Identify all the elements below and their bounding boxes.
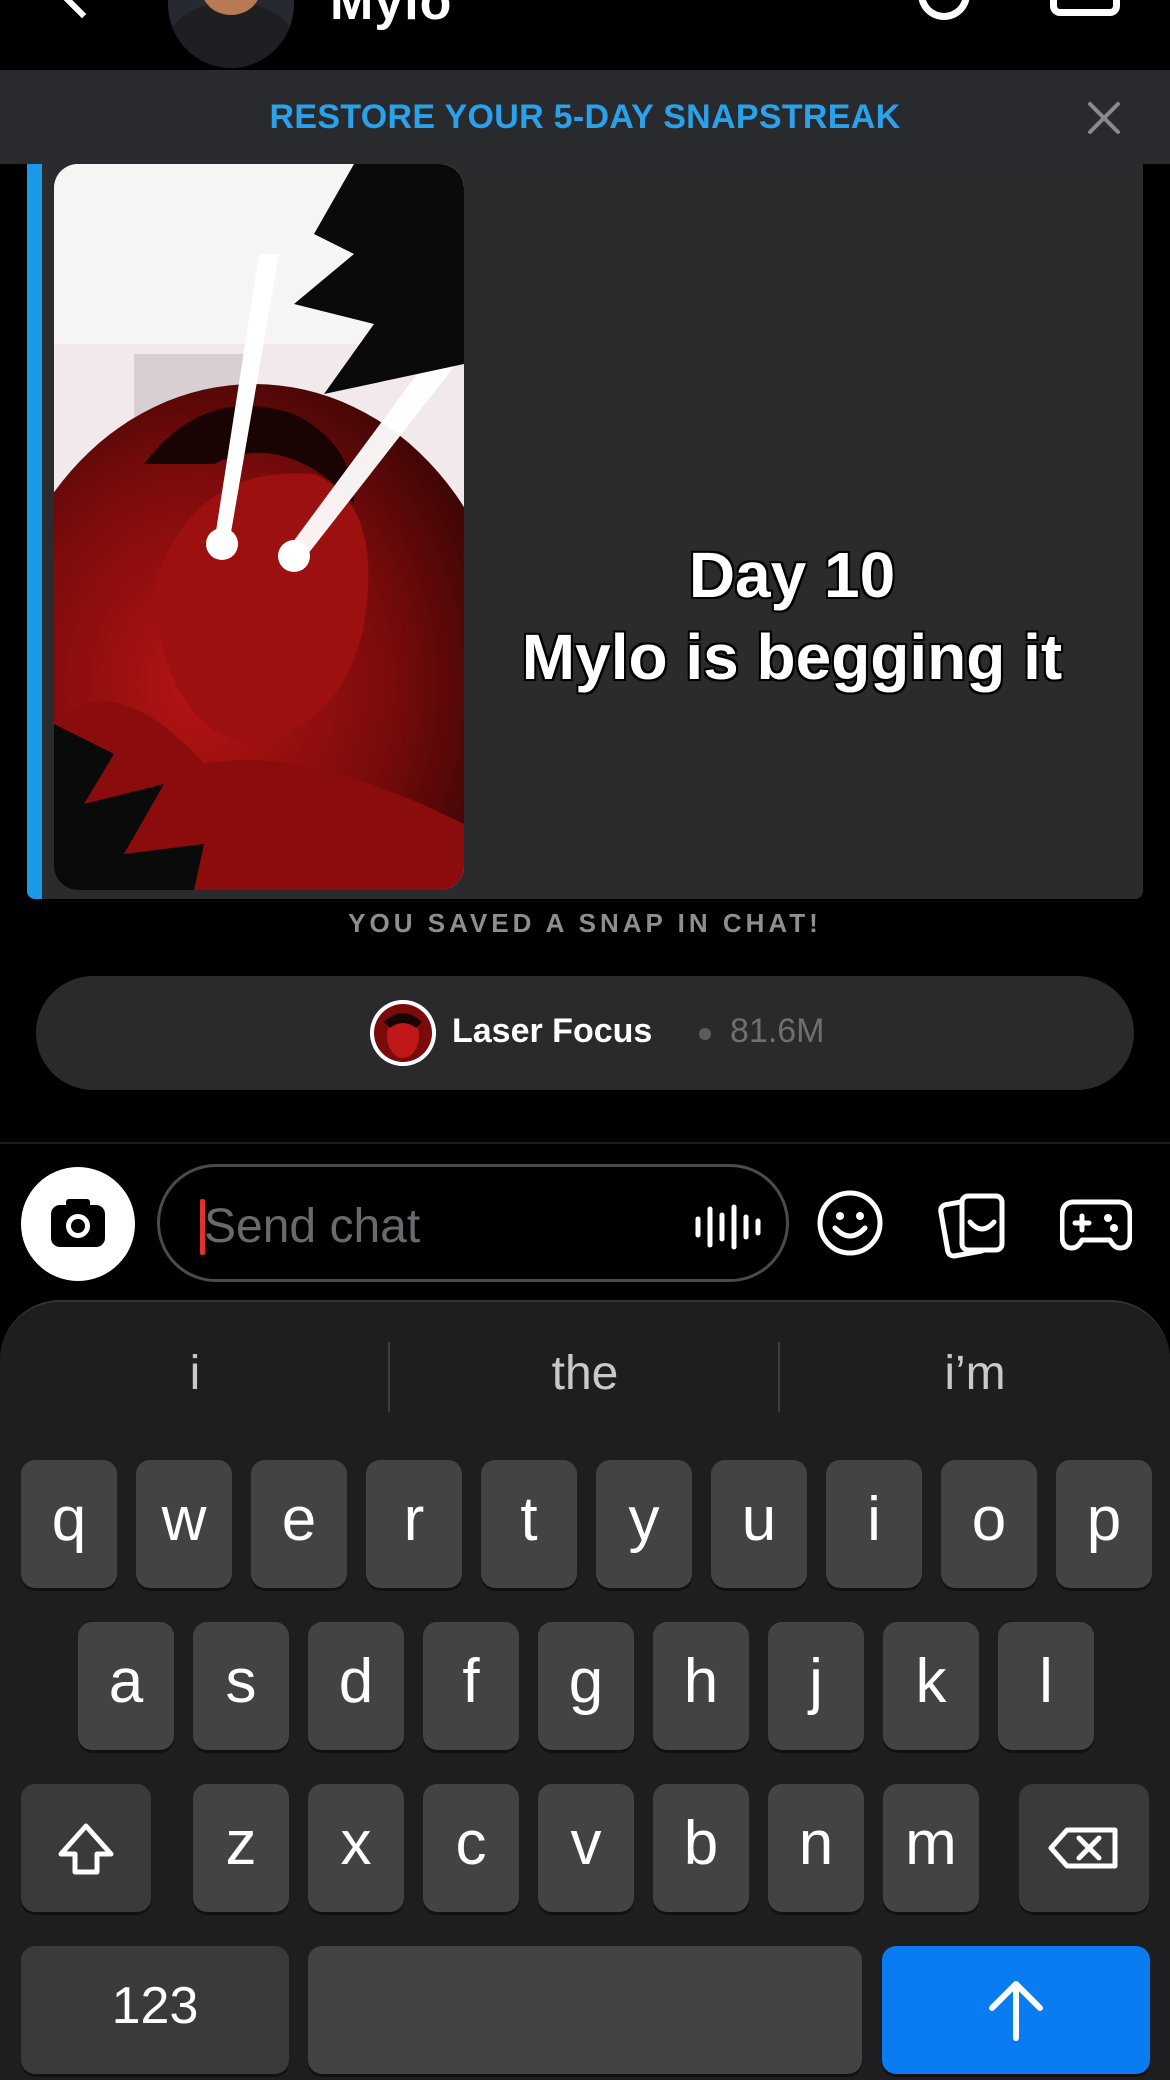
key-a[interactable]: a	[78, 1622, 174, 1750]
suggestion-1[interactable]: i	[0, 1346, 390, 1401]
send-key[interactable]	[882, 1946, 1150, 2074]
voice-note-icon[interactable]	[692, 1203, 764, 1251]
camera-icon	[51, 1199, 105, 1247]
snapstreak-banner[interactable]: RESTORE YOUR 5-DAY SNAPSTREAK	[0, 70, 1170, 164]
emoji-icon[interactable]	[815, 1188, 885, 1258]
contact-name[interactable]: Mylo	[330, 0, 452, 32]
lens-view-count: 81.6M	[730, 1012, 825, 1050]
caption-line-2: Mylo is begging it	[521, 621, 1063, 693]
key-b[interactable]: b	[653, 1784, 749, 1912]
key-y[interactable]: y	[596, 1460, 692, 1588]
key-l[interactable]: l	[998, 1622, 1094, 1750]
suggestion-2[interactable]: the	[390, 1346, 780, 1401]
key-t[interactable]: t	[481, 1460, 577, 1588]
send-arrow-icon	[989, 1981, 1043, 2041]
numbers-key[interactable]: 123	[21, 1946, 289, 2074]
key-e[interactable]: e	[251, 1460, 347, 1588]
snap-photo[interactable]	[54, 164, 464, 890]
lens-attribution-pill[interactable]: Laser Focus 81.6M	[36, 976, 1134, 1090]
key-z[interactable]: z	[193, 1784, 289, 1912]
suggestion-3[interactable]: i’m	[780, 1346, 1170, 1401]
on-screen-keyboard: i the i’m q w e r t y u i o p a s d f g …	[0, 1300, 1170, 2080]
shift-key[interactable]	[21, 1784, 151, 1912]
key-h[interactable]: h	[653, 1622, 749, 1750]
game-controller-icon[interactable]	[1060, 1190, 1132, 1256]
key-p[interactable]: p	[1056, 1460, 1152, 1588]
key-v[interactable]: v	[538, 1784, 634, 1912]
key-g[interactable]: g	[538, 1622, 634, 1750]
caption-line-1: Day 10	[688, 539, 896, 611]
key-u[interactable]: u	[711, 1460, 807, 1588]
message-accent-bar	[27, 164, 42, 899]
snap-caption: Day 10 Mylo is begging it	[487, 534, 1097, 698]
space-bar[interactable]	[308, 1946, 862, 2074]
saved-snap-notice: YOU SAVED A SNAP IN CHAT!	[348, 908, 822, 938]
key-x[interactable]: x	[308, 1784, 404, 1912]
chat-placeholder: Send chat	[204, 1200, 421, 1253]
key-o[interactable]: o	[941, 1460, 1037, 1588]
key-n[interactable]: n	[768, 1784, 864, 1912]
saved-snap-message[interactable]: Day 10 Mylo is begging it	[27, 164, 1143, 899]
lens-thumbnail	[370, 1000, 436, 1066]
close-icon[interactable]	[1086, 100, 1122, 136]
text-cursor	[200, 1199, 205, 1255]
key-j[interactable]: j	[768, 1622, 864, 1750]
key-s[interactable]: s	[193, 1622, 289, 1750]
snapstreak-restore-text[interactable]: RESTORE YOUR 5-DAY SNAPSTREAK	[0, 98, 1170, 137]
key-w[interactable]: w	[136, 1460, 232, 1588]
backspace-icon	[1048, 1827, 1118, 1869]
camera-button[interactable]	[21, 1167, 135, 1281]
key-i[interactable]: i	[826, 1460, 922, 1588]
key-f[interactable]: f	[423, 1622, 519, 1750]
key-m[interactable]: m	[883, 1784, 979, 1912]
delete-key[interactable]	[1019, 1784, 1149, 1912]
key-q[interactable]: q	[21, 1460, 117, 1588]
divider	[0, 1142, 1170, 1144]
key-c[interactable]: c	[423, 1784, 519, 1912]
key-r[interactable]: r	[366, 1460, 462, 1588]
chat-header: Mylo	[0, 0, 1170, 70]
snap-photo-art	[54, 164, 464, 890]
video-call-icon[interactable]	[1050, 0, 1120, 16]
phone-call-icon[interactable]	[918, 0, 970, 20]
key-d[interactable]: d	[308, 1622, 404, 1750]
separator-dot	[699, 1028, 711, 1040]
contact-avatar[interactable]	[168, 0, 294, 68]
shift-arrow-icon	[58, 1823, 114, 1875]
send-chat-input[interactable]: Send chat	[157, 1164, 789, 1282]
key-k[interactable]: k	[883, 1622, 979, 1750]
sticker-icon[interactable]	[938, 1190, 1008, 1260]
back-arrow-icon[interactable]	[53, 0, 111, 19]
lens-name: Laser Focus	[452, 1012, 653, 1050]
